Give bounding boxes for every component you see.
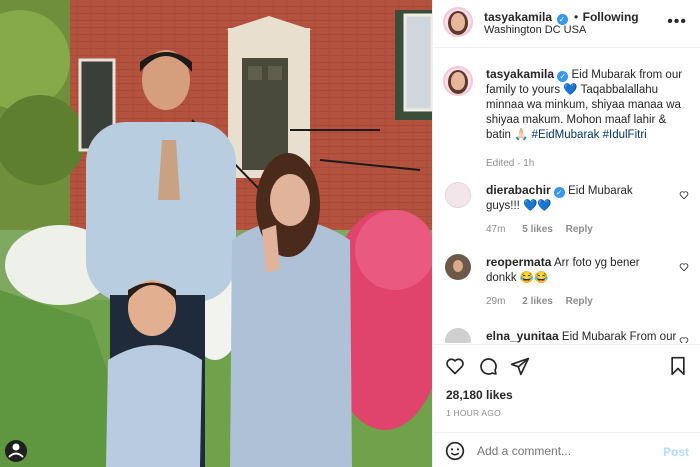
comment-text: Eid Mubarak From our xyxy=(561,331,676,343)
comment-like-heart-icon[interactable] xyxy=(679,262,689,272)
comment-item: elna_yunitaa Eid Mubarak From our xyxy=(433,328,700,343)
reply-button[interactable]: Reply xyxy=(566,224,593,235)
save-bookmark-icon[interactable] xyxy=(669,356,687,376)
comment-item: dierabachir ✓ Eid Mubarak guys!!! 💙💙 47m… xyxy=(433,182,700,246)
comment-username[interactable]: elna_yunitaa xyxy=(486,329,559,343)
comment-likes[interactable]: 2 likes xyxy=(522,296,553,307)
comment-item: reopermata Arr foto yg bener donkk 😂😂 29… xyxy=(433,254,700,318)
post-timestamp: 1 HOUR AGO xyxy=(446,408,501,418)
commenter-avatar[interactable] xyxy=(445,254,471,280)
post-actions: 28,180 likes 1 HOUR AGO xyxy=(433,344,700,440)
verified-badge-icon: ✓ xyxy=(557,71,569,82)
caption-username[interactable]: tasyakamila xyxy=(486,67,554,81)
comments-scroll-area[interactable]: tasyakamila ✓ Eid Mubarak from our famil… xyxy=(433,58,700,343)
comment-username[interactable]: reopermata xyxy=(486,255,551,269)
comment-time: 29m xyxy=(486,296,506,307)
post-photo[interactable] xyxy=(0,0,432,467)
comment-composer: Post xyxy=(433,432,700,467)
comment-username[interactable]: dierabachir xyxy=(486,183,551,197)
reply-button[interactable]: Reply xyxy=(566,296,593,307)
likes-count[interactable]: 28,180 likes xyxy=(446,388,513,402)
comment-time: 47m xyxy=(486,224,506,235)
like-heart-icon[interactable] xyxy=(445,356,465,376)
more-options-icon[interactable]: ••• xyxy=(667,13,687,31)
post-side-panel: tasyakamila ✓ • Following Washington DC … xyxy=(432,0,700,467)
follow-status-button[interactable]: Following xyxy=(583,10,639,24)
share-send-icon[interactable] xyxy=(510,356,530,376)
dot-separator: • xyxy=(573,10,579,24)
post-comment-button[interactable]: Post xyxy=(663,445,689,459)
caption-hashtags[interactable]: #EidMubarak #IdulFitri xyxy=(532,129,647,141)
post-header: tasyakamila ✓ • Following Washington DC … xyxy=(433,0,700,48)
caption-edited-time: Edited · 1h xyxy=(486,158,535,169)
comment-like-heart-icon[interactable] xyxy=(679,336,689,343)
author-avatar[interactable] xyxy=(443,7,473,37)
caption-author-avatar[interactable] xyxy=(443,66,473,96)
comment-input[interactable] xyxy=(477,442,647,460)
post-location[interactable]: Washington DC USA xyxy=(484,24,586,36)
comment-bubble-icon[interactable] xyxy=(478,356,498,376)
family-photo-illustration xyxy=(0,0,432,467)
caption-block: tasyakamila ✓ Eid Mubarak from our famil… xyxy=(433,66,700,176)
verified-badge-icon: ✓ xyxy=(553,187,565,198)
comment-like-heart-icon[interactable] xyxy=(679,190,689,200)
comment-likes[interactable]: 5 likes xyxy=(522,224,553,235)
commenter-avatar[interactable] xyxy=(445,328,471,343)
emoji-smiley-icon[interactable] xyxy=(445,441,465,461)
commenter-avatar[interactable] xyxy=(445,182,471,208)
author-username[interactable]: tasyakamila xyxy=(484,10,552,24)
